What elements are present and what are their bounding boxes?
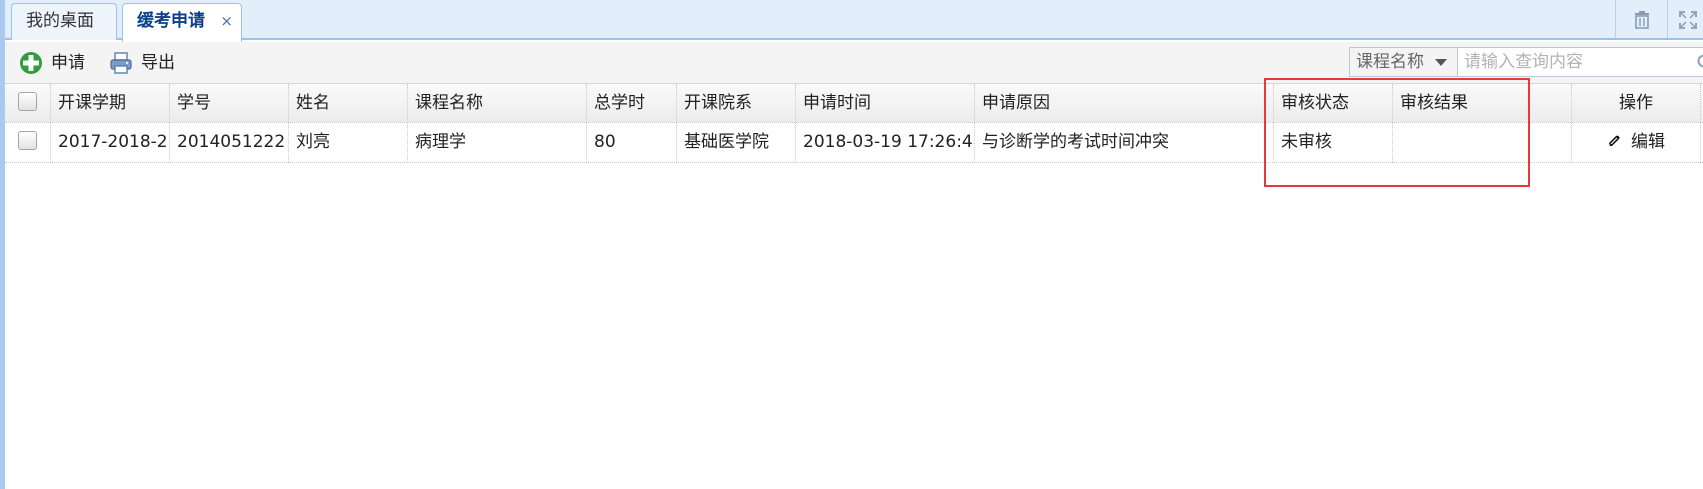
- pencil-icon: [1609, 135, 1620, 146]
- apply-button[interactable]: 申请: [19, 42, 85, 84]
- search-field-select[interactable]: 课程名称: [1349, 47, 1457, 77]
- column-header-term[interactable]: 开课学期: [51, 84, 170, 122]
- cell-term: 2017-2018-2: [51, 123, 170, 162]
- column-header-student-id[interactable]: 学号: [170, 84, 289, 122]
- grid-header-row: 开课学期 学号 姓名 课程名称 总学时 开课院系 申请时间 申请原因 审核状态 …: [5, 84, 1703, 123]
- cell-name: 刘亮: [289, 123, 408, 162]
- tab-label: 我的桌面: [26, 11, 94, 31]
- tab-bar: 我的桌面 缓考申请 ×: [5, 0, 1703, 42]
- export-label: 导出: [141, 53, 175, 73]
- column-header-hours[interactable]: 总学时: [587, 84, 677, 122]
- toolbar: 申请 导出 课程名称: [5, 42, 1703, 84]
- cell-review-status: 未审核: [1274, 123, 1393, 162]
- fullscreen-icon: [1679, 11, 1697, 29]
- row-checkbox[interactable]: [18, 131, 37, 150]
- column-header-department[interactable]: 开课院系: [677, 84, 796, 122]
- edit-button[interactable]: 编辑: [1607, 132, 1665, 152]
- cell-course: 病理学: [408, 123, 587, 162]
- row-select-cell: [5, 123, 51, 162]
- data-grid: 开课学期 学号 姓名 课程名称 总学时 开课院系 申请时间 申请原因 审核状态 …: [5, 84, 1703, 163]
- column-header-review-result[interactable]: 审核结果: [1393, 84, 1572, 122]
- tab-label: 缓考申请: [137, 11, 205, 31]
- cell-reason: 与诊断学的考试时间冲突: [975, 123, 1274, 162]
- tab-my-desktop[interactable]: 我的桌面: [11, 3, 117, 40]
- column-header-reason[interactable]: 申请原因: [975, 84, 1274, 122]
- chevron-down-icon: [1435, 59, 1447, 66]
- tab-deferred-exam[interactable]: 缓考申请 ×: [122, 3, 242, 42]
- column-header-review-status[interactable]: 审核状态: [1274, 84, 1393, 122]
- search-field-value: 课程名称: [1356, 52, 1424, 72]
- export-button[interactable]: 导出: [109, 42, 175, 84]
- close-icon[interactable]: ×: [220, 4, 233, 39]
- edit-label: 编辑: [1631, 132, 1665, 152]
- cell-action: 编辑: [1572, 123, 1701, 162]
- trash-icon: [1635, 11, 1649, 29]
- select-all-checkbox[interactable]: [18, 92, 37, 111]
- printer-icon: [110, 52, 132, 74]
- cell-hours: 80: [587, 123, 677, 162]
- select-all-cell: [5, 84, 51, 122]
- app-frame: 我的桌面 缓考申请 × 申请 导出 课程名称 请输入查询内容 开课学期 学号 姓…: [0, 0, 1703, 489]
- column-header-apply-time[interactable]: 申请时间: [796, 84, 975, 122]
- cell-student-id: 2014051222: [170, 123, 289, 162]
- cell-apply-time: 2018-03-19 17:26:48: [796, 123, 975, 162]
- table-row[interactable]: 2017-2018-2 2014051222 刘亮 病理学 80 基础医学院 2…: [5, 123, 1703, 163]
- apply-label: 申请: [51, 53, 85, 73]
- search-icon[interactable]: [1695, 54, 1703, 70]
- fullscreen-button[interactable]: [1667, 0, 1703, 38]
- cell-department: 基础医学院: [677, 123, 796, 162]
- column-header-course[interactable]: 课程名称: [408, 84, 587, 122]
- green-plus-icon: [20, 52, 42, 74]
- search-input[interactable]: [1457, 47, 1703, 77]
- column-header-action: 操作: [1572, 84, 1701, 122]
- cell-review-result: [1393, 123, 1572, 162]
- column-header-name[interactable]: 姓名: [289, 84, 408, 122]
- trash-button[interactable]: [1615, 0, 1668, 38]
